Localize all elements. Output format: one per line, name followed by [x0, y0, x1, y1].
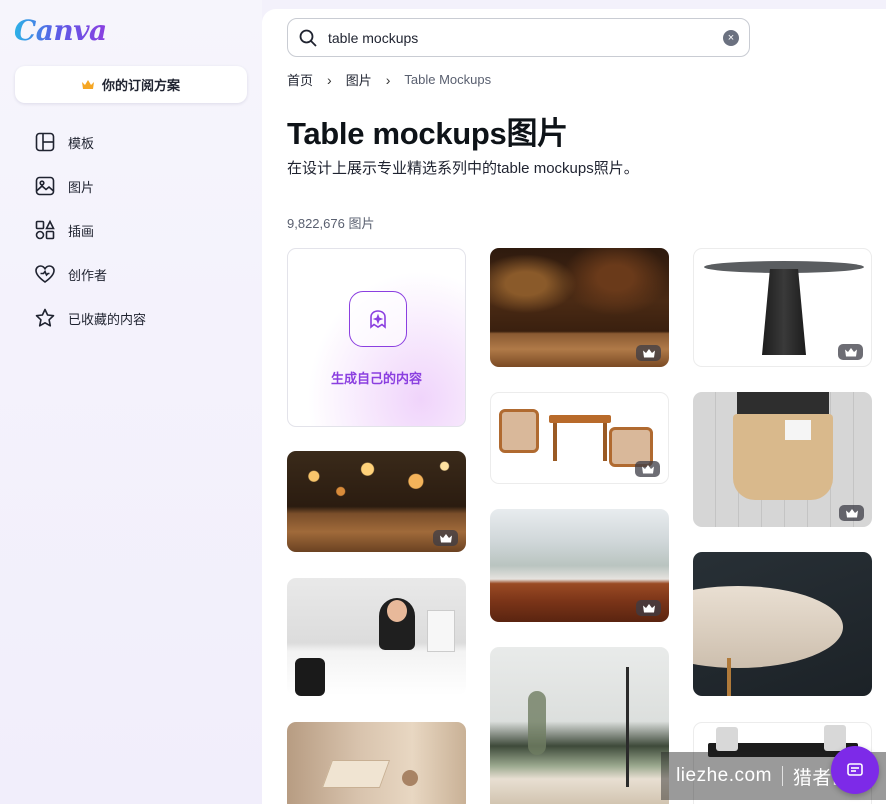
- magic-generate-icon: [349, 291, 407, 347]
- photo-tile[interactable]: [287, 578, 466, 696]
- sidebar-item-label: 创作者: [68, 267, 108, 283]
- main-content: × 首页 › 图片 › Table Mockups Table mockups图…: [262, 9, 886, 804]
- premium-crown-icon: [636, 345, 661, 361]
- search-icon: [299, 29, 317, 47]
- premium-crown-icon: [636, 600, 661, 616]
- sidebar: Canva 你的订阅方案 模板 图片 插画 创作者 已收藏的内容: [0, 0, 262, 804]
- photo-tile[interactable]: [287, 451, 466, 552]
- chevron-right-icon: ›: [327, 71, 332, 88]
- canva-logo[interactable]: Canva: [14, 14, 107, 47]
- result-count: 9,822,676 图片: [287, 216, 375, 231]
- premium-crown-icon: [838, 344, 863, 360]
- breadcrumb-home[interactable]: 首页: [287, 70, 313, 89]
- sidebar-item-templates[interactable]: 模板: [34, 120, 146, 164]
- generate-content-label: 生成自己的内容: [330, 371, 422, 386]
- sidebar-item-favorites[interactable]: 已收藏的内容: [34, 296, 146, 340]
- clear-search-icon[interactable]: ×: [723, 29, 739, 46]
- photo-tile[interactable]: [490, 248, 669, 367]
- creator-heart-icon: [35, 265, 55, 283]
- page-title: Table mockups图片: [287, 116, 568, 151]
- breadcrumb-photos[interactable]: 图片: [346, 70, 372, 89]
- breadcrumb-current: Table Mockups: [404, 72, 492, 87]
- chat-icon: [847, 763, 863, 776]
- image-icon: [35, 176, 55, 196]
- premium-crown-icon: [839, 505, 864, 521]
- chevron-right-icon: ›: [385, 71, 391, 88]
- premium-crown-icon: [635, 461, 660, 477]
- watermark-divider: [781, 766, 783, 786]
- template-icon: [35, 132, 55, 152]
- plan-label: 你的订阅方案: [101, 78, 180, 93]
- illustration-icon: [35, 219, 55, 240]
- sidebar-item-label: 图片: [68, 179, 95, 195]
- sidebar-item-illustrations[interactable]: 插画: [34, 208, 146, 252]
- photo-tile[interactable]: [693, 392, 872, 527]
- search-input[interactable]: [328, 29, 723, 46]
- photo-tile[interactable]: [490, 509, 669, 622]
- crown-icon: [81, 79, 94, 89]
- sidebar-nav: 模板 图片 插画 创作者 已收藏的内容: [34, 120, 146, 340]
- breadcrumb: 首页 › 图片 › Table Mockups: [287, 70, 491, 89]
- subscription-plan-button[interactable]: 你的订阅方案: [15, 66, 247, 103]
- search-bar[interactable]: ×: [287, 18, 750, 57]
- page-subtitle: 在设计上展示专业精选系列中的table mockups照片。: [287, 160, 639, 177]
- photo-tile[interactable]: [490, 392, 669, 484]
- help-chat-button[interactable]: [831, 746, 879, 794]
- photo-tile[interactable]: [693, 552, 872, 696]
- photo-tile[interactable]: [490, 647, 669, 804]
- sidebar-item-label: 已收藏的内容: [68, 311, 147, 327]
- sidebar-item-photos[interactable]: 图片: [34, 164, 146, 208]
- sidebar-item-label: 插画: [68, 223, 95, 239]
- star-icon: [35, 308, 55, 327]
- photo-tile[interactable]: [693, 248, 872, 367]
- premium-crown-icon: [433, 530, 458, 546]
- sidebar-item-label: 模板: [68, 135, 95, 151]
- generate-content-card[interactable]: 生成自己的内容: [287, 248, 466, 427]
- watermark-domain: liezhe.com: [676, 765, 772, 786]
- photo-tile[interactable]: [287, 722, 466, 804]
- sidebar-item-creators[interactable]: 创作者: [34, 252, 146, 296]
